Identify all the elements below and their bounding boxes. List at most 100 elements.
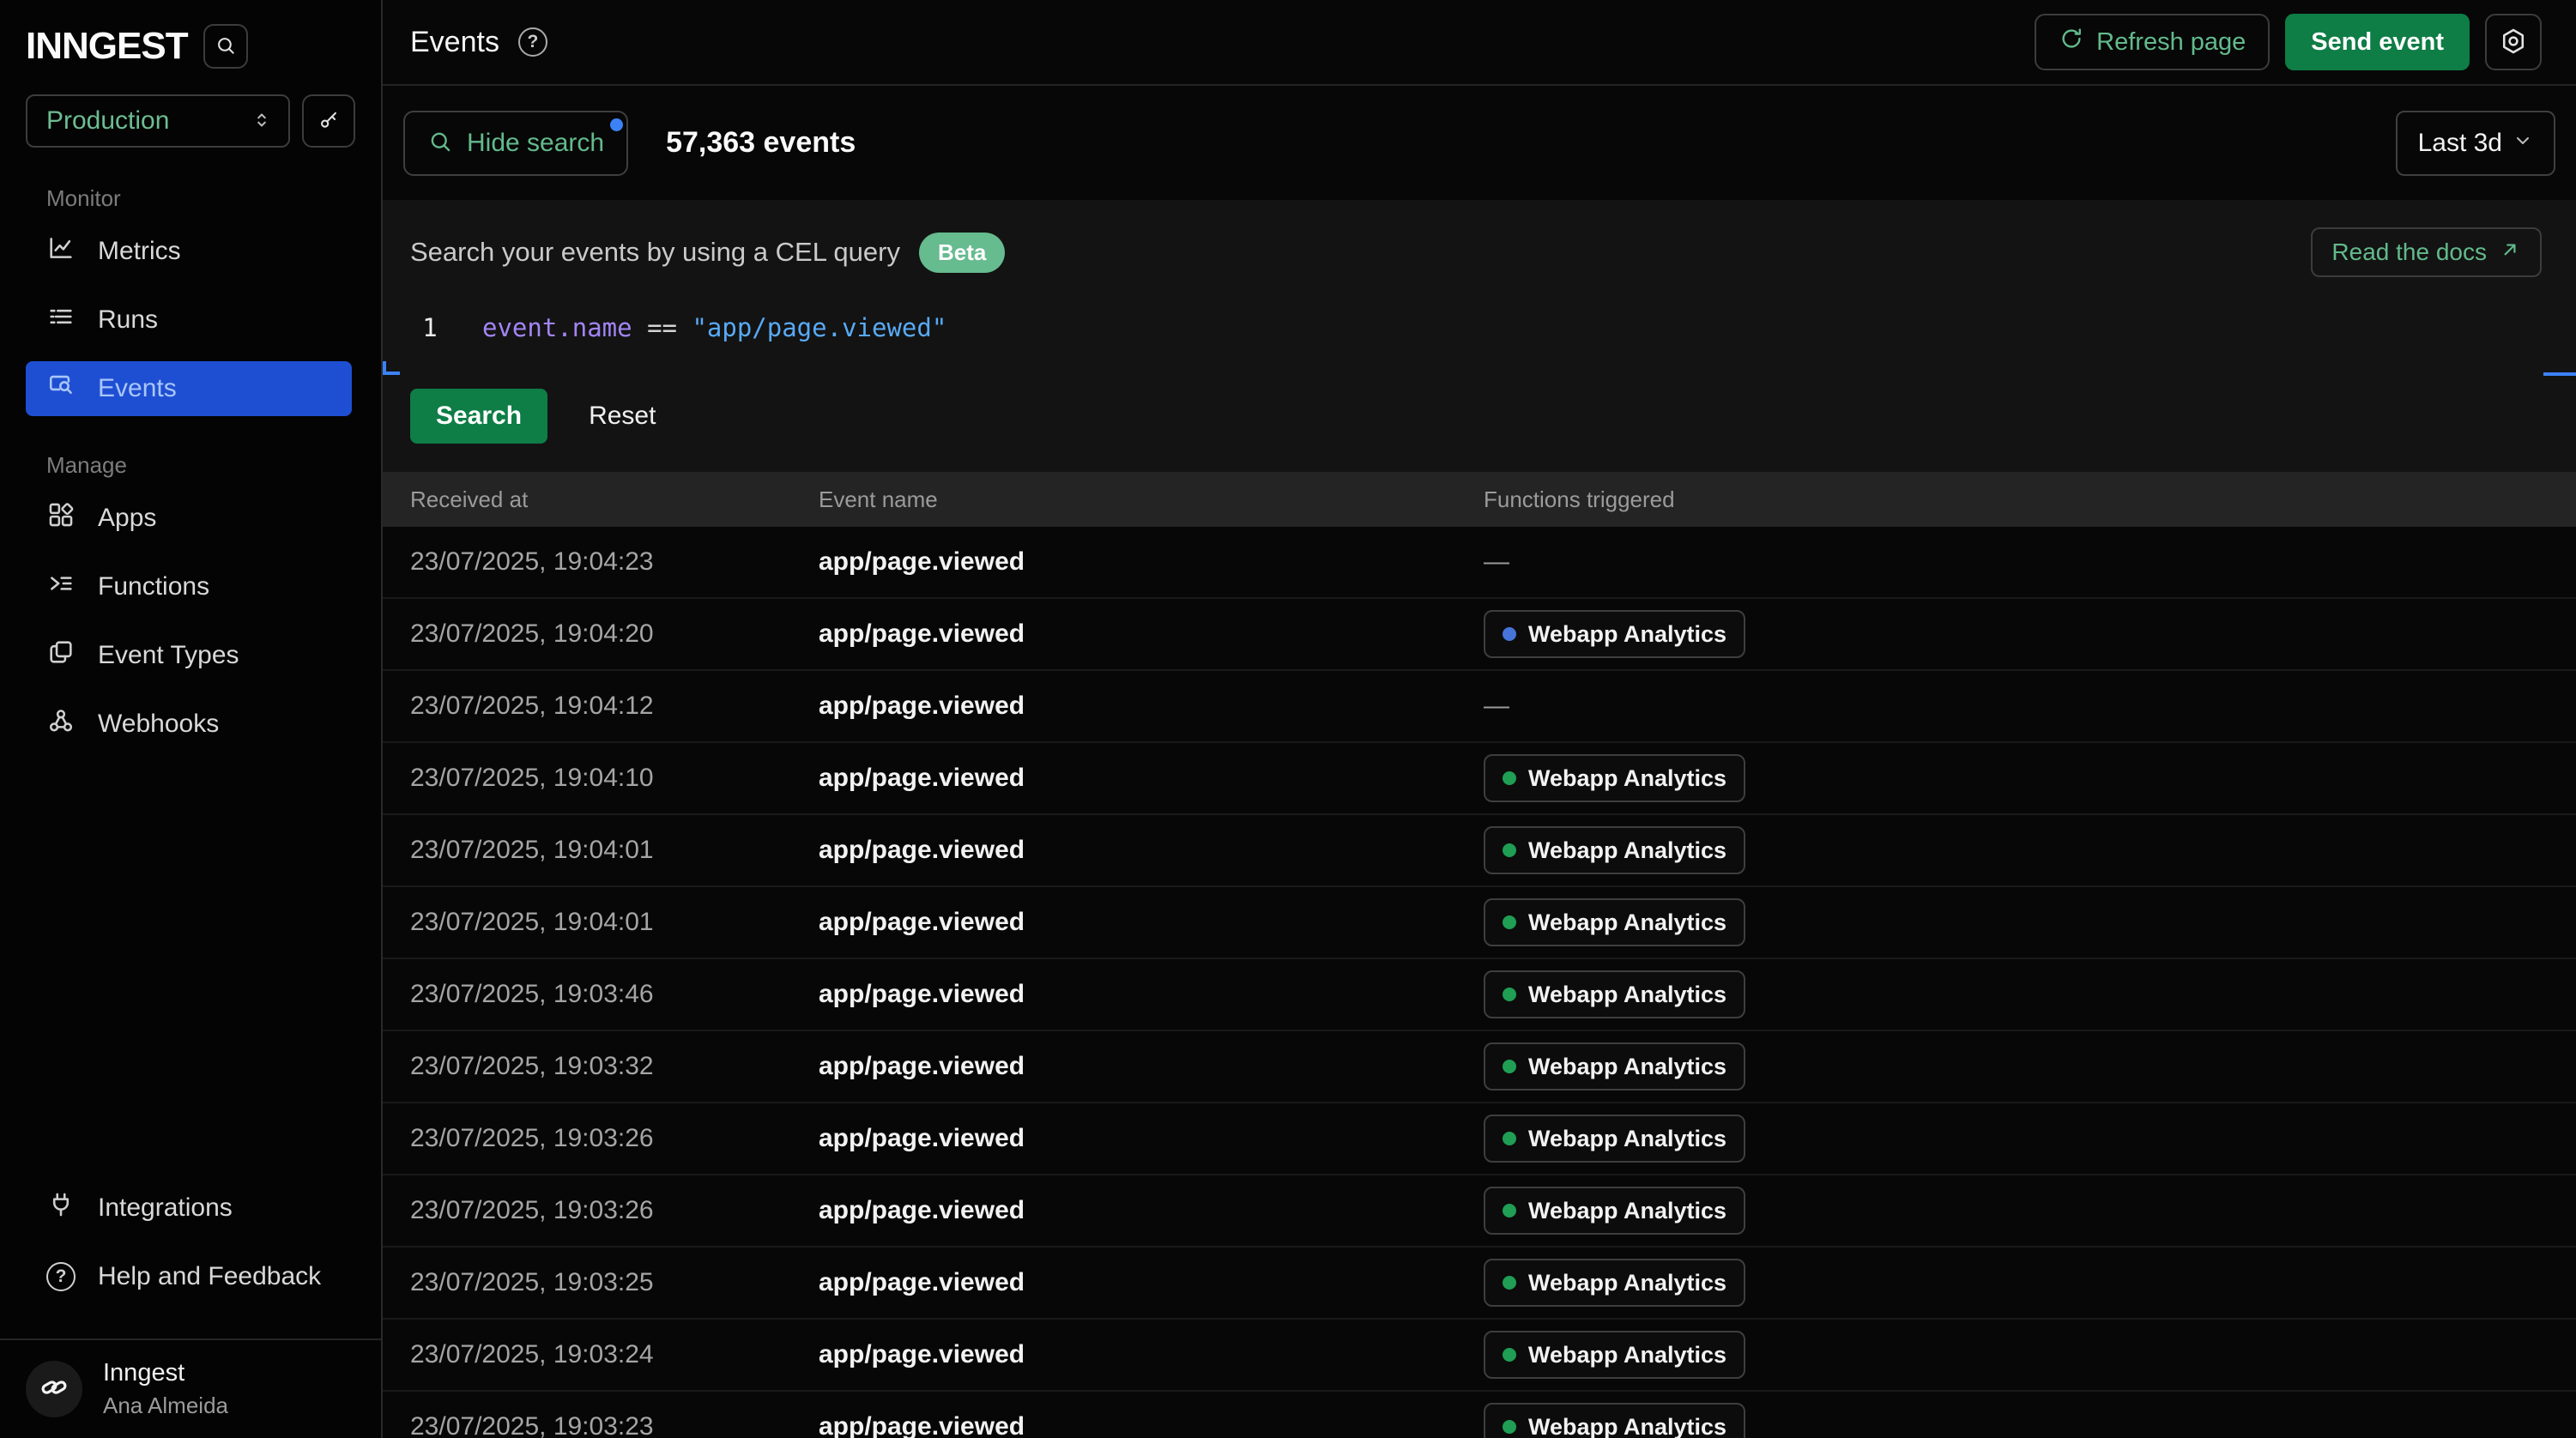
hide-search-label: Hide search [467, 129, 604, 158]
function-name: Webapp Analytics [1528, 909, 1726, 936]
table-row[interactable]: 23/07/2025, 19:03:25 app/page.viewed Web… [383, 1248, 2576, 1320]
notification-dot [610, 118, 623, 131]
events-toolbar: Hide search 57,363 events Last 3d [383, 86, 2576, 200]
function-badge[interactable]: Webapp Analytics [1484, 1042, 1745, 1091]
function-badge[interactable]: Webapp Analytics [1484, 970, 1745, 1018]
functions-cell: Webapp Analytics [1484, 1042, 2576, 1091]
table-row[interactable]: 23/07/2025, 19:04:01 app/page.viewed Web… [383, 815, 2576, 887]
sidebar-item-integrations[interactable]: Integrations [26, 1181, 352, 1236]
event-name-cell: app/page.viewed [819, 619, 1484, 649]
cel-query-editor[interactable]: 1 event.name == "app/page.viewed" [410, 313, 2542, 365]
profile-user: Ana Almeida [103, 1393, 228, 1419]
search-button[interactable]: Search [410, 389, 547, 444]
code-string-token: "app/page.viewed" [692, 313, 946, 342]
sidebar-item-webhooks[interactable]: Webhooks [26, 697, 352, 752]
function-badge[interactable]: Webapp Analytics [1484, 1403, 1745, 1438]
column-header-event-name: Event name [819, 486, 1484, 513]
event-types-copy-icon [46, 637, 76, 674]
function-badge[interactable]: Webapp Analytics [1484, 754, 1745, 802]
sidebar-item-runs[interactable]: Runs [26, 293, 352, 347]
event-name-cell: app/page.viewed [819, 764, 1484, 793]
sidebar-footer: Integrations ? Help and Feedback [0, 1181, 381, 1326]
settings-button[interactable] [2485, 14, 2542, 70]
received-at-cell: 23/07/2025, 19:04:23 [383, 547, 819, 577]
read-the-docs-button[interactable]: Read the docs [2311, 227, 2542, 277]
events-count: 57,363 events [666, 126, 856, 160]
sidebar-item-metrics[interactable]: Metrics [26, 224, 352, 279]
table-row[interactable]: 23/07/2025, 19:03:23 app/page.viewed Web… [383, 1392, 2576, 1438]
table-row[interactable]: 23/07/2025, 19:04:10 app/page.viewed Web… [383, 743, 2576, 815]
inngest-wordmark: INNGEST [26, 25, 188, 68]
event-name-cell: app/page.viewed [819, 1124, 1484, 1153]
external-link-arrow-icon [2499, 239, 2521, 267]
function-status-dot [1503, 1060, 1516, 1073]
sidebar-spacer [0, 765, 381, 1181]
avatar [26, 1361, 82, 1417]
function-name: Webapp Analytics [1528, 1054, 1726, 1080]
chevron-down-icon [2513, 129, 2533, 158]
question-mark-icon: ? [46, 1262, 76, 1291]
events-search-icon [46, 371, 76, 407]
sidebar-item-apps[interactable]: Apps [26, 491, 352, 546]
hide-search-button[interactable]: Hide search [403, 111, 628, 176]
function-badge[interactable]: Webapp Analytics [1484, 610, 1745, 658]
editor-line-number: 1 [410, 313, 450, 342]
functions-cell: Webapp Analytics [1484, 1115, 2576, 1163]
code-operator-token: == [632, 313, 692, 342]
sidebar-item-event-types[interactable]: Event Types [26, 628, 352, 683]
environment-selector[interactable]: Production [26, 94, 290, 148]
page-help-icon[interactable]: ? [518, 27, 547, 57]
function-badge[interactable]: Webapp Analytics [1484, 826, 1745, 874]
query-actions: Search Reset [410, 389, 2542, 444]
runs-list-icon [46, 302, 76, 338]
table-row[interactable]: 23/07/2025, 19:03:46 app/page.viewed Web… [383, 959, 2576, 1031]
sidebar-logo-row: INNGEST [0, 0, 381, 69]
function-badge[interactable]: Webapp Analytics [1484, 898, 1745, 946]
received-at-cell: 23/07/2025, 19:03:23 [383, 1412, 819, 1438]
beta-badge: Beta [919, 233, 1005, 273]
functions-cell: Webapp Analytics [1484, 1331, 2576, 1379]
send-event-button[interactable]: Send event [2285, 14, 2470, 70]
function-name: Webapp Analytics [1528, 1270, 1726, 1296]
functions-icon [46, 569, 76, 605]
key-icon [317, 109, 340, 134]
global-search-button[interactable] [203, 24, 248, 69]
table-row[interactable]: 23/07/2025, 19:03:24 app/page.viewed Web… [383, 1320, 2576, 1392]
functions-cell: Webapp Analytics [1484, 826, 2576, 874]
environment-name: Production [46, 106, 169, 136]
sidebar-item-events[interactable]: Events [26, 361, 352, 416]
table-row[interactable]: 23/07/2025, 19:04:23 app/page.viewed — [383, 527, 2576, 599]
function-badge[interactable]: Webapp Analytics [1484, 1331, 1745, 1379]
received-at-cell: 23/07/2025, 19:04:20 [383, 619, 819, 649]
table-row[interactable]: 23/07/2025, 19:04:12 app/page.viewed — [383, 671, 2576, 743]
function-badge[interactable]: Webapp Analytics [1484, 1115, 1745, 1163]
event-name-cell: app/page.viewed [819, 1052, 1484, 1081]
reset-button[interactable]: Reset [589, 402, 656, 431]
account-menu[interactable]: Inngest Ana Almeida [0, 1338, 381, 1438]
table-row[interactable]: 23/07/2025, 19:04:01 app/page.viewed Web… [383, 887, 2576, 959]
table-row[interactable]: 23/07/2025, 19:03:26 app/page.viewed Web… [383, 1103, 2576, 1175]
function-status-dot [1503, 843, 1516, 857]
sidebar-item-help-and-feedback[interactable]: ? Help and Feedback [26, 1249, 352, 1304]
table-row[interactable]: 23/07/2025, 19:04:20 app/page.viewed Web… [383, 599, 2576, 671]
function-badge[interactable]: Webapp Analytics [1484, 1259, 1745, 1307]
cel-query-code[interactable]: event.name == "app/page.viewed" [482, 313, 946, 342]
time-range-selector[interactable]: Last 3d [2396, 111, 2555, 176]
table-row[interactable]: 23/07/2025, 19:03:32 app/page.viewed Web… [383, 1031, 2576, 1103]
refresh-page-button[interactable]: Refresh page [2035, 14, 2270, 70]
function-badge[interactable]: Webapp Analytics [1484, 1187, 1745, 1235]
sidebar-item-label: Functions [98, 572, 209, 601]
apps-grid-icon [46, 500, 76, 536]
function-status-dot [1503, 915, 1516, 929]
function-status-dot [1503, 771, 1516, 785]
function-status-dot [1503, 1420, 1516, 1434]
plug-icon [46, 1190, 76, 1226]
received-at-cell: 23/07/2025, 19:03:26 [383, 1196, 819, 1225]
received-at-cell: 23/07/2025, 19:03:32 [383, 1052, 819, 1081]
table-row[interactable]: 23/07/2025, 19:03:26 app/page.viewed Web… [383, 1175, 2576, 1248]
sidebar-item-functions[interactable]: Functions [26, 559, 352, 614]
event-keys-button[interactable] [302, 94, 355, 148]
refresh-icon [2059, 26, 2084, 58]
chevron-updown-icon [251, 109, 273, 134]
function-name: Webapp Analytics [1528, 982, 1726, 1008]
